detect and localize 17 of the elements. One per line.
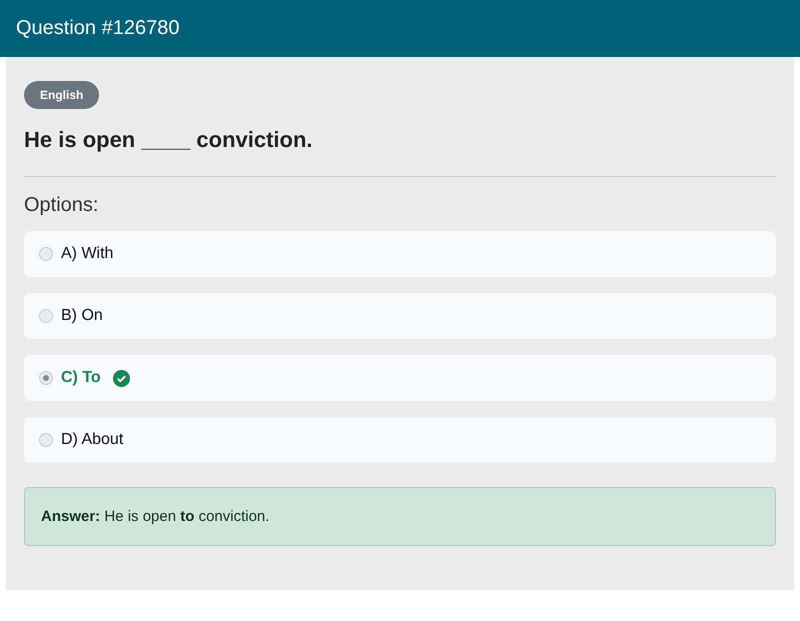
option-row[interactable]: D) About xyxy=(24,417,776,463)
option-label: A) With xyxy=(61,245,114,263)
option-row[interactable]: A) With xyxy=(24,231,776,277)
options-heading: Options: xyxy=(24,194,100,217)
radio-button[interactable] xyxy=(39,371,53,385)
radio-button[interactable] xyxy=(39,433,53,447)
option-label: B) On xyxy=(61,307,103,325)
option-label: C) To xyxy=(61,369,101,387)
question-text: He is open ____ conviction. xyxy=(24,127,314,153)
radio-button[interactable] xyxy=(39,309,53,323)
option-row[interactable]: B) On xyxy=(24,293,776,339)
option-row[interactable]: C) To xyxy=(24,355,776,401)
language-badge: English xyxy=(24,81,100,109)
answer-text: Answer: He is open to conviction. xyxy=(24,487,776,546)
page-title: Question #126780 xyxy=(16,17,180,40)
radio-button[interactable] xyxy=(39,247,53,261)
option-label: D) About xyxy=(61,431,124,449)
